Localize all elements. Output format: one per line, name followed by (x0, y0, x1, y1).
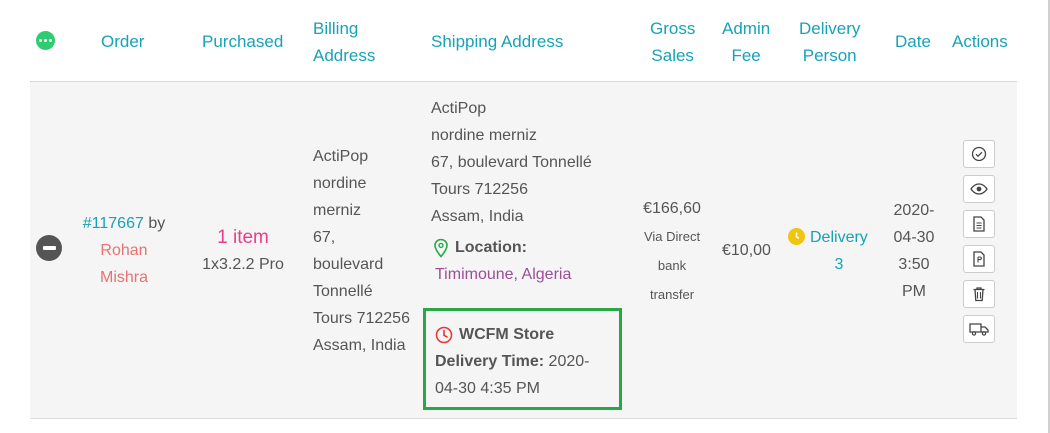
billing-line: ActiPop (313, 148, 369, 165)
store-delivery-time: WCFM Store Delivery Time: 2020- 04-30 4:… (435, 321, 589, 402)
date-line: PM (902, 283, 926, 300)
col-header-actions: Actions (952, 32, 1008, 51)
shipping-line: 67, boulevard Tonnellé (431, 154, 592, 171)
billing-line: boulevard (313, 256, 384, 273)
gross-method-line: bank (657, 258, 687, 273)
location-value[interactable]: Timimoune, Algeria (435, 261, 571, 288)
col-header-order[interactable]: Order (101, 28, 144, 55)
delete-button[interactable] (963, 280, 995, 308)
purchased-detail: 1x3.2.2 Pro (202, 256, 284, 273)
purchased-items-link[interactable]: 1 item (198, 224, 288, 251)
shipping-line: Tours 712256 (431, 181, 528, 198)
mark-complete-button[interactable] (963, 140, 995, 168)
col-header-admin[interactable]: Admin Fee (722, 15, 770, 69)
col-header-gross-line1: Gross (650, 19, 696, 38)
col-header-delivery-line2: Person (802, 46, 857, 65)
col-header-billing[interactable]: Billing Address (313, 15, 375, 69)
row-collapse-icon[interactable] (36, 235, 62, 261)
shipping-line: Assam, India (431, 208, 524, 225)
order-line: #117667 by (78, 210, 170, 237)
delivery-person-line2: 3 (834, 256, 844, 273)
col-header-delivery[interactable]: Delivery Person (799, 15, 860, 69)
customer-name-first[interactable]: Rohan (78, 237, 170, 264)
shipping-line: nordine merniz (431, 127, 537, 144)
billing-line: 67, (313, 229, 336, 246)
gross-method-line: Via Direct (643, 229, 701, 244)
shipping-address: ActiPop nordine merniz 67, boulevard Ton… (431, 95, 592, 230)
col-header-gross-line2: Sales (651, 46, 694, 65)
gross-method-line: transfer (649, 287, 695, 302)
truck-icon (969, 322, 989, 336)
delivery-person-line1: Delivery (810, 229, 868, 246)
col-header-admin-line2: Fee (731, 46, 761, 65)
col-header-date[interactable]: Date (895, 28, 931, 55)
col-header-delivery-line1: Delivery (799, 19, 861, 38)
customer-name-last[interactable]: Mishra (78, 264, 170, 291)
date-line: 04-30 (893, 229, 935, 246)
order-date: 2020- 04-30 3:50 PM (888, 197, 940, 305)
billing-line: nordine (313, 175, 367, 192)
trash-icon (972, 286, 986, 302)
billing-address: ActiPop nordine merniz 67, boulevard Ton… (313, 143, 410, 359)
purchased-cell: 1 item 1x3.2.2 Pro (198, 224, 288, 278)
col-header-gross[interactable]: Gross Sales (650, 15, 695, 69)
billing-line: Tours 712256 (313, 310, 410, 327)
location-label: Location: (455, 239, 527, 256)
date-line: 2020- (893, 202, 935, 219)
gross-amount: €166,60 (643, 200, 701, 217)
clock-icon (435, 326, 453, 344)
pdf-button[interactable] (963, 245, 995, 273)
header-toggle-icon[interactable] (36, 31, 55, 50)
shipment-button[interactable] (963, 315, 995, 343)
delivery-time-label: Delivery Time: (435, 353, 545, 370)
actions-group (963, 140, 995, 343)
pdf-icon (972, 251, 986, 267)
view-order-button[interactable] (963, 175, 995, 203)
document-icon (972, 216, 986, 232)
admin-fee: €10,00 (722, 242, 771, 259)
delivery-time-value-1: 2020- (548, 353, 590, 370)
billing-line: Assam, India (313, 337, 406, 354)
col-header-admin-line1: Admin (722, 19, 771, 38)
billing-line: Tonnellé (313, 283, 373, 300)
order-link[interactable]: #117667 (83, 215, 144, 232)
store-delivery-label: WCFM Store (459, 326, 555, 343)
date-line: 3:50 (898, 256, 930, 273)
order-cell: #117667 by Rohan Mishra (78, 210, 170, 291)
eye-icon (970, 182, 988, 196)
delivery-person-link[interactable]: Delivery 3 (810, 224, 868, 278)
col-header-shipping[interactable]: Shipping Address (431, 28, 563, 55)
gross-sales-cell: €166,60 Via Direct bank transfer (636, 195, 708, 309)
col-header-billing-line2: Address (313, 46, 376, 65)
order-by: by (148, 215, 166, 232)
map-pin-icon (433, 238, 449, 258)
billing-line: merniz (313, 202, 362, 219)
invoice-button[interactable] (963, 210, 995, 238)
location-row: Location: (433, 234, 527, 261)
delivery-time-value-2: 04-30 4:35 PM (435, 380, 540, 397)
row-divider (30, 418, 1017, 419)
col-header-purchased[interactable]: Purchased (202, 28, 283, 55)
shipping-line: ActiPop (431, 100, 487, 117)
col-header-billing-line1: Billing (313, 19, 359, 38)
check-circle-icon (971, 146, 987, 162)
delivery-status-icon (788, 228, 805, 245)
